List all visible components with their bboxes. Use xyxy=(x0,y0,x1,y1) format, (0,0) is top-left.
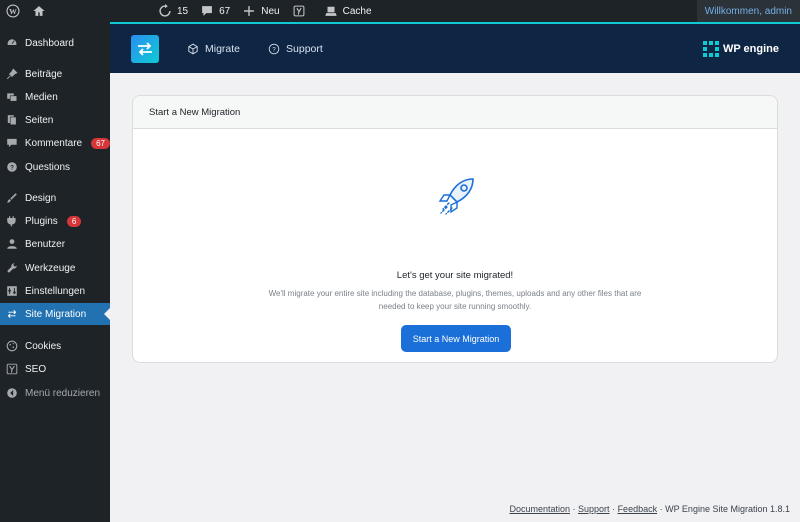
sidebar-item-werkzeuge[interactable]: Werkzeuge xyxy=(0,257,110,279)
plugin-header: Migrate ? Support WP engine xyxy=(110,22,800,73)
sidebar-item-label: SEO xyxy=(25,363,47,375)
sidebar-item-label: Design xyxy=(25,192,57,204)
sidebar-item-label: Medien xyxy=(25,91,58,103)
rocket-icon xyxy=(438,178,474,215)
sidebar-item-kommentare[interactable]: Kommentare 67 xyxy=(0,132,110,154)
svg-text:?: ? xyxy=(272,47,276,53)
sidebar-item-label: Site Migration xyxy=(25,308,87,320)
collapse-icon xyxy=(7,388,17,398)
start-migration-button[interactable]: Start a New Migration xyxy=(401,325,511,352)
nav-migrate-label: Migrate xyxy=(205,42,241,55)
sidebar-item-label: Seiten xyxy=(25,114,54,126)
cache-icon xyxy=(325,6,337,16)
wrench-icon xyxy=(7,263,17,273)
refresh-icon xyxy=(159,4,171,17)
sidebar-item-cookies[interactable]: Cookies xyxy=(0,335,110,357)
sidebar-item-label: Plugins xyxy=(25,215,58,227)
cache-button[interactable]: Cache xyxy=(318,0,378,22)
card-header: Start a New Migration xyxy=(133,96,777,129)
sidebar-item-medien[interactable]: Medien xyxy=(0,86,110,108)
yoast-icon[interactable] xyxy=(286,0,312,22)
card-headline: Let's get your site migrated! xyxy=(396,270,514,281)
wordpress-logo-icon[interactable]: W xyxy=(0,0,26,22)
admin-sidebar: Dashboard Beiträge Medien Seiten Komment… xyxy=(0,22,110,522)
welcome-text: Willkommen, admin xyxy=(704,5,792,17)
comment-icon xyxy=(202,6,213,16)
footer-separator: · xyxy=(657,504,666,514)
card-title: Start a New Migration xyxy=(149,106,241,118)
pages-icon xyxy=(7,115,17,126)
sidebar-item-seiten[interactable]: Seiten xyxy=(0,109,110,131)
documentation-link[interactable]: Documentation xyxy=(509,504,570,514)
settings-icon xyxy=(7,286,17,296)
sidebar-item-design[interactable]: Design xyxy=(0,187,110,209)
plugins-badge: 6 xyxy=(66,215,82,227)
sidebar-item-label: Dashboard xyxy=(25,37,74,49)
nav-migrate[interactable]: Migrate xyxy=(187,43,240,55)
account-menu[interactable]: Willkommen, admin xyxy=(696,0,800,22)
admin-bar: W 15 67 Neu Cache Willkommen, admin xyxy=(0,0,800,22)
description-line: We'll migrate your entire site including… xyxy=(268,289,642,298)
seo-icon xyxy=(6,363,18,375)
nav-support[interactable]: ? Support xyxy=(268,43,323,55)
migration-card: Start a New Migration Let's get your sit… xyxy=(132,95,778,363)
nav-support-label: Support xyxy=(286,42,323,55)
card-description: We'll migrate your entire site including… xyxy=(133,287,777,313)
sidebar-item-label: Cookies xyxy=(25,340,62,352)
site-migration-logo-icon xyxy=(131,34,159,63)
updates-count: 15 xyxy=(177,5,189,17)
comment-icon xyxy=(7,138,17,148)
home-icon[interactable] xyxy=(26,0,52,22)
footer-separator: · xyxy=(570,504,579,514)
svg-text:W: W xyxy=(9,7,17,16)
cookie-icon xyxy=(6,340,18,352)
sidebar-item-label: Menü reduzieren xyxy=(25,387,101,399)
wp-engine-logo[interactable]: WP engine xyxy=(702,40,779,57)
sidebar-item-label: Questions xyxy=(25,161,71,173)
sidebar-item-label: Kommentare xyxy=(24,137,83,149)
sidebar-item-questions[interactable]: ? Questions xyxy=(0,156,110,178)
footer-separator: · xyxy=(609,504,618,514)
user-icon xyxy=(7,239,17,249)
dashboard-icon xyxy=(6,38,18,46)
sidebar-item-benutzer[interactable]: Benutzer xyxy=(0,233,110,255)
new-label: Neu xyxy=(261,5,280,17)
plus-icon xyxy=(244,6,255,16)
sidebar-item-plugins[interactable]: Plugins 6 xyxy=(0,210,110,232)
sidebar-item-label: Einstellungen xyxy=(25,285,86,297)
brush-icon xyxy=(7,193,17,203)
comments-badge: 67 xyxy=(91,137,110,149)
question-icon: ? xyxy=(7,162,17,172)
pin-icon xyxy=(6,68,18,80)
wp-engine-grid-icon xyxy=(702,40,719,57)
footer: Documentation · Support · Feedback · WP … xyxy=(509,504,790,514)
migration-icon xyxy=(7,310,17,318)
media-icon xyxy=(7,93,18,102)
sidebar-item-dashboard[interactable]: Dashboard xyxy=(0,32,110,54)
sidebar-item-site-migration[interactable]: Site Migration xyxy=(0,303,110,325)
sidebar-item-beitraege[interactable]: Beiträge xyxy=(0,63,110,85)
plugin-icon xyxy=(7,216,16,227)
card-body: Let's get your site migrated! We'll migr… xyxy=(133,129,777,362)
sidebar-item-label: Benutzer xyxy=(25,238,66,250)
version-text: WP Engine Site Migration 1.8.1 xyxy=(665,504,790,514)
svg-text:?: ? xyxy=(10,164,14,171)
sidebar-item-seo[interactable]: SEO xyxy=(0,358,110,380)
sidebar-item-einstellungen[interactable]: Einstellungen xyxy=(0,280,110,302)
help-circle-icon: ? xyxy=(268,43,280,54)
comments-button[interactable]: 67 xyxy=(194,0,236,22)
new-content-button[interactable]: Neu xyxy=(236,0,285,22)
cube-icon xyxy=(188,43,198,54)
wp-engine-brand: WP engine xyxy=(722,42,779,55)
description-line: needed to keep your site running smoothl… xyxy=(378,302,532,311)
sidebar-item-label: Werkzeuge xyxy=(25,262,76,274)
cache-label: Cache xyxy=(342,5,372,17)
sidebar-item-label: Beiträge xyxy=(25,68,63,80)
comments-count: 67 xyxy=(219,5,231,17)
collapse-menu-button[interactable]: Menü reduzieren xyxy=(0,382,110,404)
support-link[interactable]: Support xyxy=(578,504,610,514)
updates-button[interactable]: 15 xyxy=(152,0,194,22)
feedback-link[interactable]: Feedback xyxy=(618,504,658,514)
